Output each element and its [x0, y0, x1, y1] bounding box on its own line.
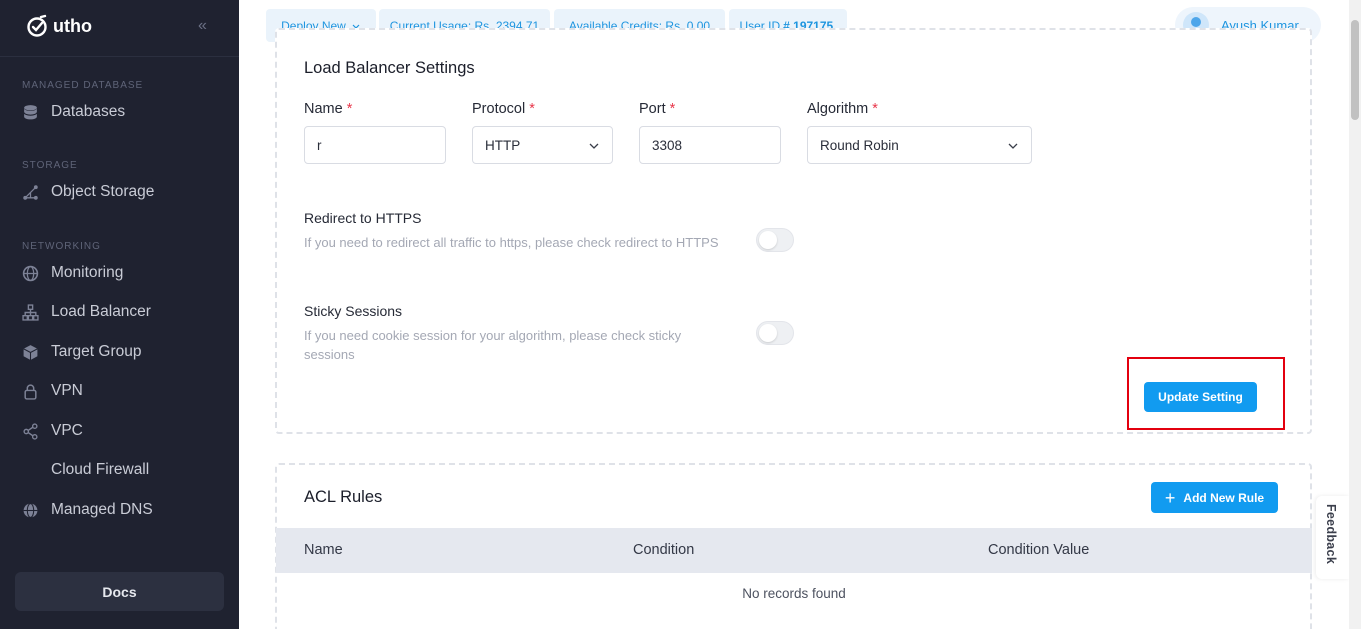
algorithm-label-text: Algorithm — [807, 101, 869, 117]
chevron-down-icon — [589, 143, 599, 149]
acl-table-header: Name Condition Condition Value — [276, 528, 1312, 573]
column-header-condition: Condition — [633, 542, 695, 558]
sidebar-item-load-balancer[interactable]: Load Balancer — [22, 303, 151, 321]
plus-icon: + — [1164, 487, 1176, 508]
globe-icon — [22, 265, 39, 281]
brand-logo[interactable]: utho — [26, 14, 92, 38]
sitemap-icon — [22, 303, 39, 321]
database-icon — [23, 104, 38, 119]
sidebar-item-label: Monitoring — [51, 264, 124, 281]
port-value: 3308 — [652, 137, 683, 153]
sidebar-item-label: Load Balancer — [51, 303, 151, 320]
feedback-tab[interactable]: Feedback — [1316, 496, 1349, 579]
redirect-https-toggle[interactable] — [756, 228, 794, 252]
sidebar-item-target-group[interactable]: Target Group — [22, 343, 141, 361]
algorithm-label: Algorithm * — [807, 101, 878, 117]
sidebar: utho « MANAGED DATABASE Databases STORAG… — [0, 0, 239, 629]
sidebar-item-managed-dns[interactable]: Managed DNS — [22, 501, 153, 519]
required-mark: * — [872, 101, 878, 117]
sticky-sessions-title: Sticky Sessions — [304, 303, 403, 319]
sidebar-item-label: Managed DNS — [51, 501, 153, 518]
feedback-label: Feedback — [1324, 504, 1338, 565]
section-label-networking: NETWORKING — [22, 241, 101, 252]
empty-state-text: No records found — [742, 586, 846, 601]
redirect-https-title: Redirect to HTTPS — [304, 210, 422, 226]
name-label-text: Name — [304, 101, 343, 117]
cube-icon — [23, 344, 38, 360]
share-icon — [23, 422, 38, 440]
add-new-rule-label: Add New Rule — [1183, 490, 1265, 505]
name-value: r — [317, 137, 322, 153]
add-new-rule-button[interactable]: + Add New Rule — [1151, 482, 1278, 513]
sidebar-item-label: Object Storage — [51, 183, 155, 200]
utho-logo-icon — [27, 14, 47, 37]
update-setting-button[interactable]: Update Setting — [1144, 382, 1257, 412]
chevron-down-icon — [1008, 143, 1018, 149]
collapse-sidebar-icon[interactable]: « — [198, 17, 207, 35]
sidebar-item-label: VPN — [51, 382, 83, 399]
sidebar-item-object-storage[interactable]: Object Storage — [22, 183, 154, 201]
sticky-sessions-toggle[interactable] — [756, 321, 794, 345]
globe-icon — [23, 502, 38, 518]
section-label-storage: STORAGE — [22, 160, 78, 171]
sticky-sessions-desc: If you need cookie session for your algo… — [304, 328, 682, 362]
lock-icon — [24, 383, 37, 400]
column-header-name: Name — [304, 542, 343, 558]
sidebar-item-label: Databases — [51, 103, 126, 120]
algorithm-select[interactable]: Round Robin — [807, 126, 1032, 164]
sidebar-item-label: Target Group — [51, 343, 142, 360]
section-label-managed-database: MANAGED DATABASE — [22, 80, 144, 91]
lb-settings-title: Load Balancer Settings — [304, 59, 475, 77]
required-mark: * — [529, 101, 535, 117]
required-mark: * — [346, 101, 353, 117]
sidebar-item-vpn[interactable]: VPN — [22, 382, 83, 400]
redirect-https-desc: If you need to redirect all traffic to h… — [304, 235, 719, 250]
protocol-value: HTTP — [485, 137, 521, 153]
acl-rules-title: ACL Rules — [304, 488, 383, 506]
required-mark: * — [669, 101, 676, 117]
port-label-text: Port — [639, 101, 666, 117]
protocol-label: Protocol * — [472, 101, 535, 117]
cloud-icon — [22, 462, 39, 479]
protocol-label-text: Protocol — [472, 101, 526, 117]
object-storage-icon — [23, 184, 38, 200]
sidebar-item-cloud-firewall[interactable]: Cloud Firewall — [22, 461, 149, 479]
sidebar-item-label: VPC — [51, 422, 83, 439]
sidebar-item-databases[interactable]: Databases — [22, 103, 125, 121]
scrollbar-thumb[interactable] — [1351, 20, 1359, 120]
brand-name: utho — [53, 15, 92, 36]
column-header-condition-value: Condition Value — [988, 542, 1090, 558]
algorithm-value: Round Robin — [820, 137, 899, 153]
sidebar-item-label: Cloud Firewall — [51, 461, 150, 478]
name-input[interactable]: r — [304, 126, 446, 164]
sidebar-item-vpc[interactable]: VPC — [22, 422, 83, 440]
name-label: Name * — [304, 101, 352, 117]
scrollbar[interactable] — [1349, 0, 1361, 629]
divider — [0, 56, 239, 57]
docs-button[interactable]: Docs — [15, 572, 224, 611]
protocol-select[interactable]: HTTP — [472, 126, 613, 164]
port-input[interactable]: 3308 — [639, 126, 781, 164]
port-label: Port * — [639, 101, 675, 117]
sidebar-item-monitoring[interactable]: Monitoring — [22, 264, 123, 282]
